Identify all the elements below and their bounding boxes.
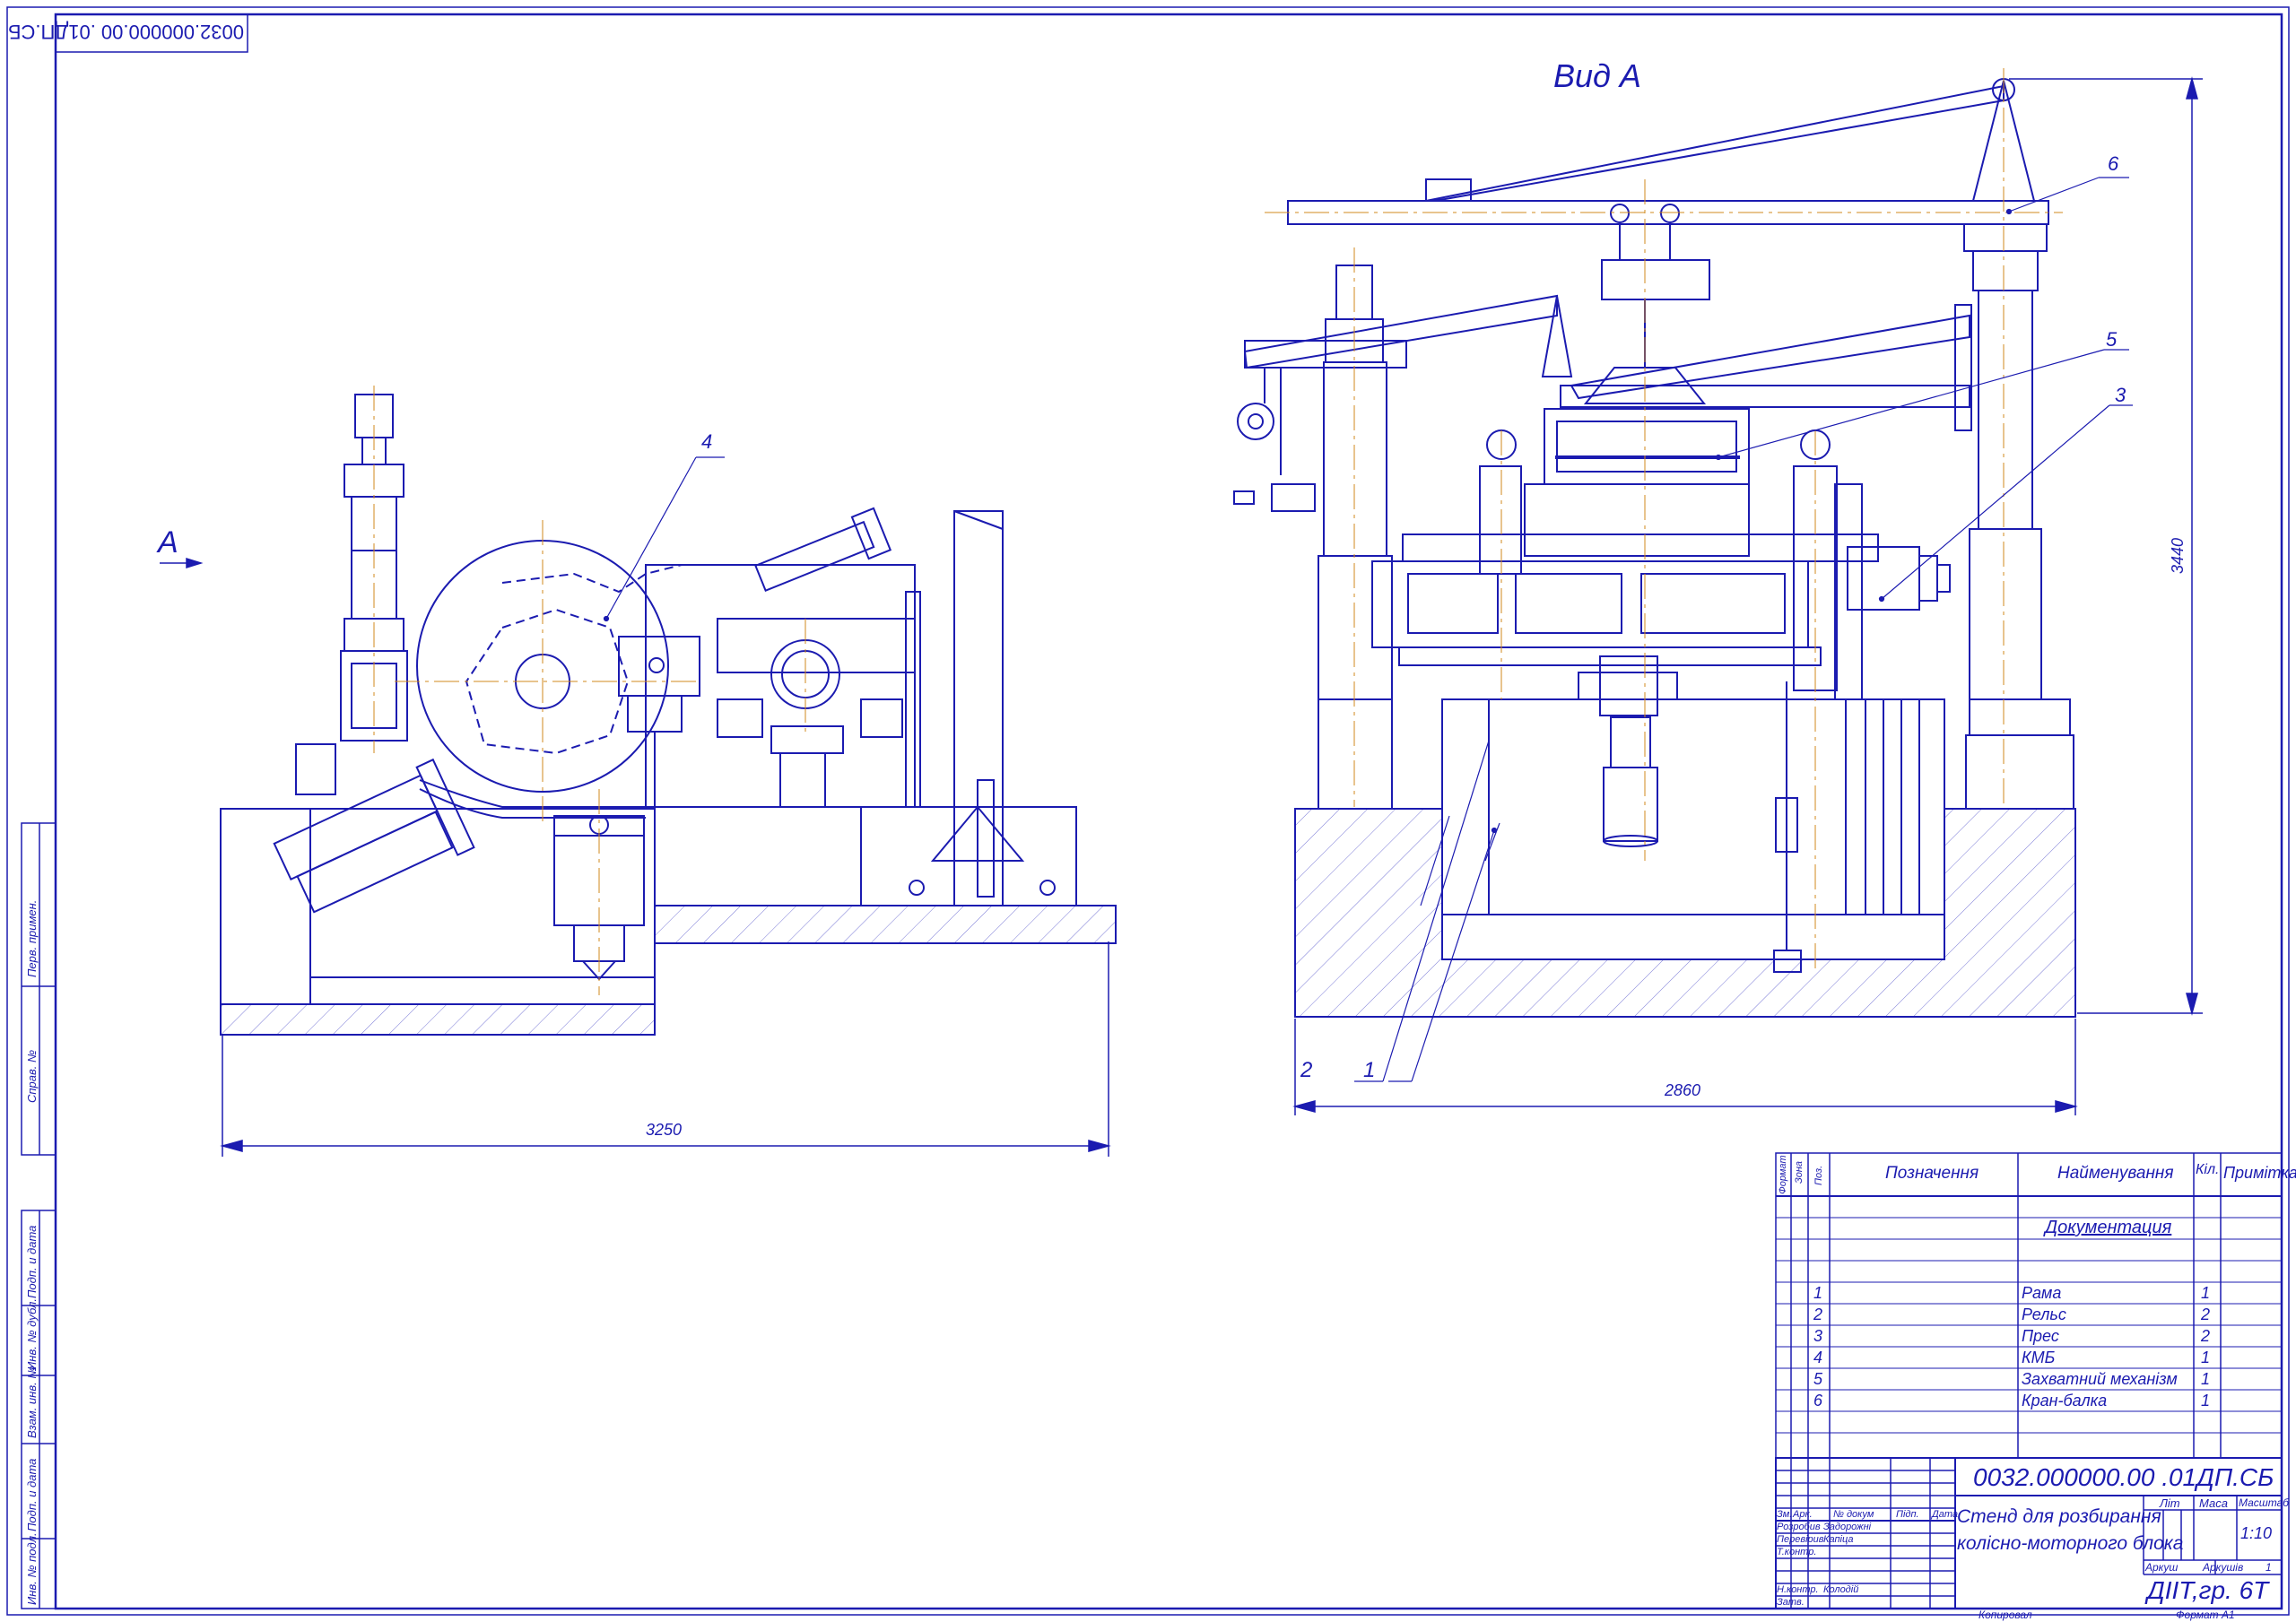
side-sprav-no: Справ. № [25, 1049, 39, 1103]
left-view-axes [373, 386, 806, 995]
tb-person-nkontr: Колодій [1823, 1584, 1859, 1595]
title-arkushiv-value: 1 [2266, 1561, 2272, 1574]
title-lit: Літ [2160, 1496, 2180, 1510]
spec-header-format: Формат [1778, 1155, 1788, 1194]
spec-row-poz: 2 [1813, 1305, 1823, 1323]
spec-row-poz: 5 [1813, 1370, 1823, 1388]
callout-4: 4 [701, 430, 713, 453]
tb-col-ark: Арк. [1793, 1509, 1813, 1520]
callout-3: 3 [2115, 384, 2126, 406]
spec-row-poz: 1 [1813, 1284, 1823, 1302]
spec-row-poz: 4 [1813, 1349, 1823, 1366]
side-perv-primen: Перв. примен. [25, 899, 39, 977]
title-doc-code: 0032.000000.00 .01ДП.СБ [1973, 1463, 2274, 1491]
dimension-right-width: 2860 [1665, 1081, 1701, 1099]
tb-role-tkontr: Т.контр. [1777, 1547, 1817, 1557]
view-title: Вид А [1553, 57, 1641, 94]
dimension-right-height: 3440 [2169, 537, 2187, 574]
spec-header-qty: Кіл. [2196, 1162, 2220, 1177]
title-line-1: Стенд для розбирання [1957, 1506, 2161, 1527]
callout-5: 5 [2106, 328, 2118, 351]
leader-4 [603, 456, 725, 622]
spec-row-name: Прес [2022, 1327, 2059, 1345]
title-org: ДІІТ,гр. 6Т [2147, 1576, 2269, 1604]
top-code-stamp: 0032.000000.00 .01ДП.СБ [8, 21, 244, 43]
spec-row-qty: 1 [2201, 1349, 2211, 1366]
side-podp-data-2: Подп. и дата [25, 1458, 39, 1531]
side-inv-podl: Инв. № подл. [25, 1532, 39, 1605]
spec-section-title: Документация [2045, 1218, 2172, 1237]
side-inv-dubl: Инв. № дубл. [25, 1298, 39, 1370]
dimension-left-width: 3250 [646, 1121, 683, 1139]
drawing-sheet [6, 6, 2290, 1616]
spec-header-zona: Зона [1794, 1160, 1805, 1184]
tb-role-zatv: Затв. [1777, 1597, 1805, 1608]
spec-row-qty: 1 [2201, 1284, 2211, 1302]
tb-person-perev: Капіца [1823, 1534, 1854, 1545]
spec-row-poz: 3 [1813, 1327, 1823, 1345]
spec-row-name: Рельс [2022, 1305, 2066, 1323]
spec-row-poz: 6 [1813, 1392, 1823, 1409]
spec-header-designation: Позначення [1885, 1164, 1979, 1183]
spec-row-qty: 2 [2201, 1305, 2211, 1323]
side-podp-data-1: Подп. и дата [25, 1225, 39, 1298]
callout-2: 2 [1300, 1058, 1313, 1082]
right-view-drawing [1233, 78, 2076, 1018]
bottom-caption-left: Копировал [1979, 1609, 2032, 1621]
spec-row-qty: 1 [2201, 1370, 2211, 1388]
spec-header-poz: Поз. [1813, 1165, 1824, 1185]
tb-col-sign: Підп. [1896, 1509, 1919, 1520]
tb-person-razrob: Задорожні [1823, 1522, 1872, 1532]
spec-row-qty: 2 [2201, 1327, 2211, 1345]
title-masa: Маса [2199, 1496, 2228, 1510]
spec-header-name: Найменування [2057, 1164, 2174, 1183]
title-arkush: Аркуш [2145, 1561, 2179, 1574]
title-line-2: колісно-моторного блока [1957, 1533, 2184, 1554]
tb-role-perev: Перевірив [1777, 1534, 1824, 1545]
tb-col-doc: № докум [1833, 1509, 1874, 1520]
left-view-drawing [220, 394, 1117, 1036]
tb-col-zm: Зм. [1777, 1509, 1793, 1520]
bottom-caption-right: Формат А1 [2176, 1609, 2235, 1621]
spec-row-name: Захватний механізм [2022, 1370, 2178, 1388]
title-arkushiv: Аркушів [2203, 1561, 2244, 1574]
spec-row-name: Кран-балка [2022, 1392, 2108, 1409]
view-arrow-label: А [158, 525, 178, 559]
side-vzam-inv: Взам. инв. № [25, 1366, 39, 1438]
spec-row-name: Рама [2022, 1284, 2062, 1302]
title-scale-value: 1:10 [2240, 1524, 2273, 1542]
tb-role-nkontr: Н.контр. [1777, 1584, 1819, 1595]
title-masshtab: Масштаб [2239, 1496, 2290, 1509]
tb-col-date: Дата [1932, 1509, 1959, 1520]
spec-row-qty: 1 [2201, 1392, 2211, 1409]
callout-6: 6 [2108, 152, 2119, 175]
spec-header-note: Примітка [2223, 1164, 2296, 1182]
spec-row-name: КМБ [2022, 1349, 2056, 1366]
callout-1: 1 [1363, 1058, 1376, 1082]
tb-role-razrob: Розробив [1777, 1522, 1821, 1532]
